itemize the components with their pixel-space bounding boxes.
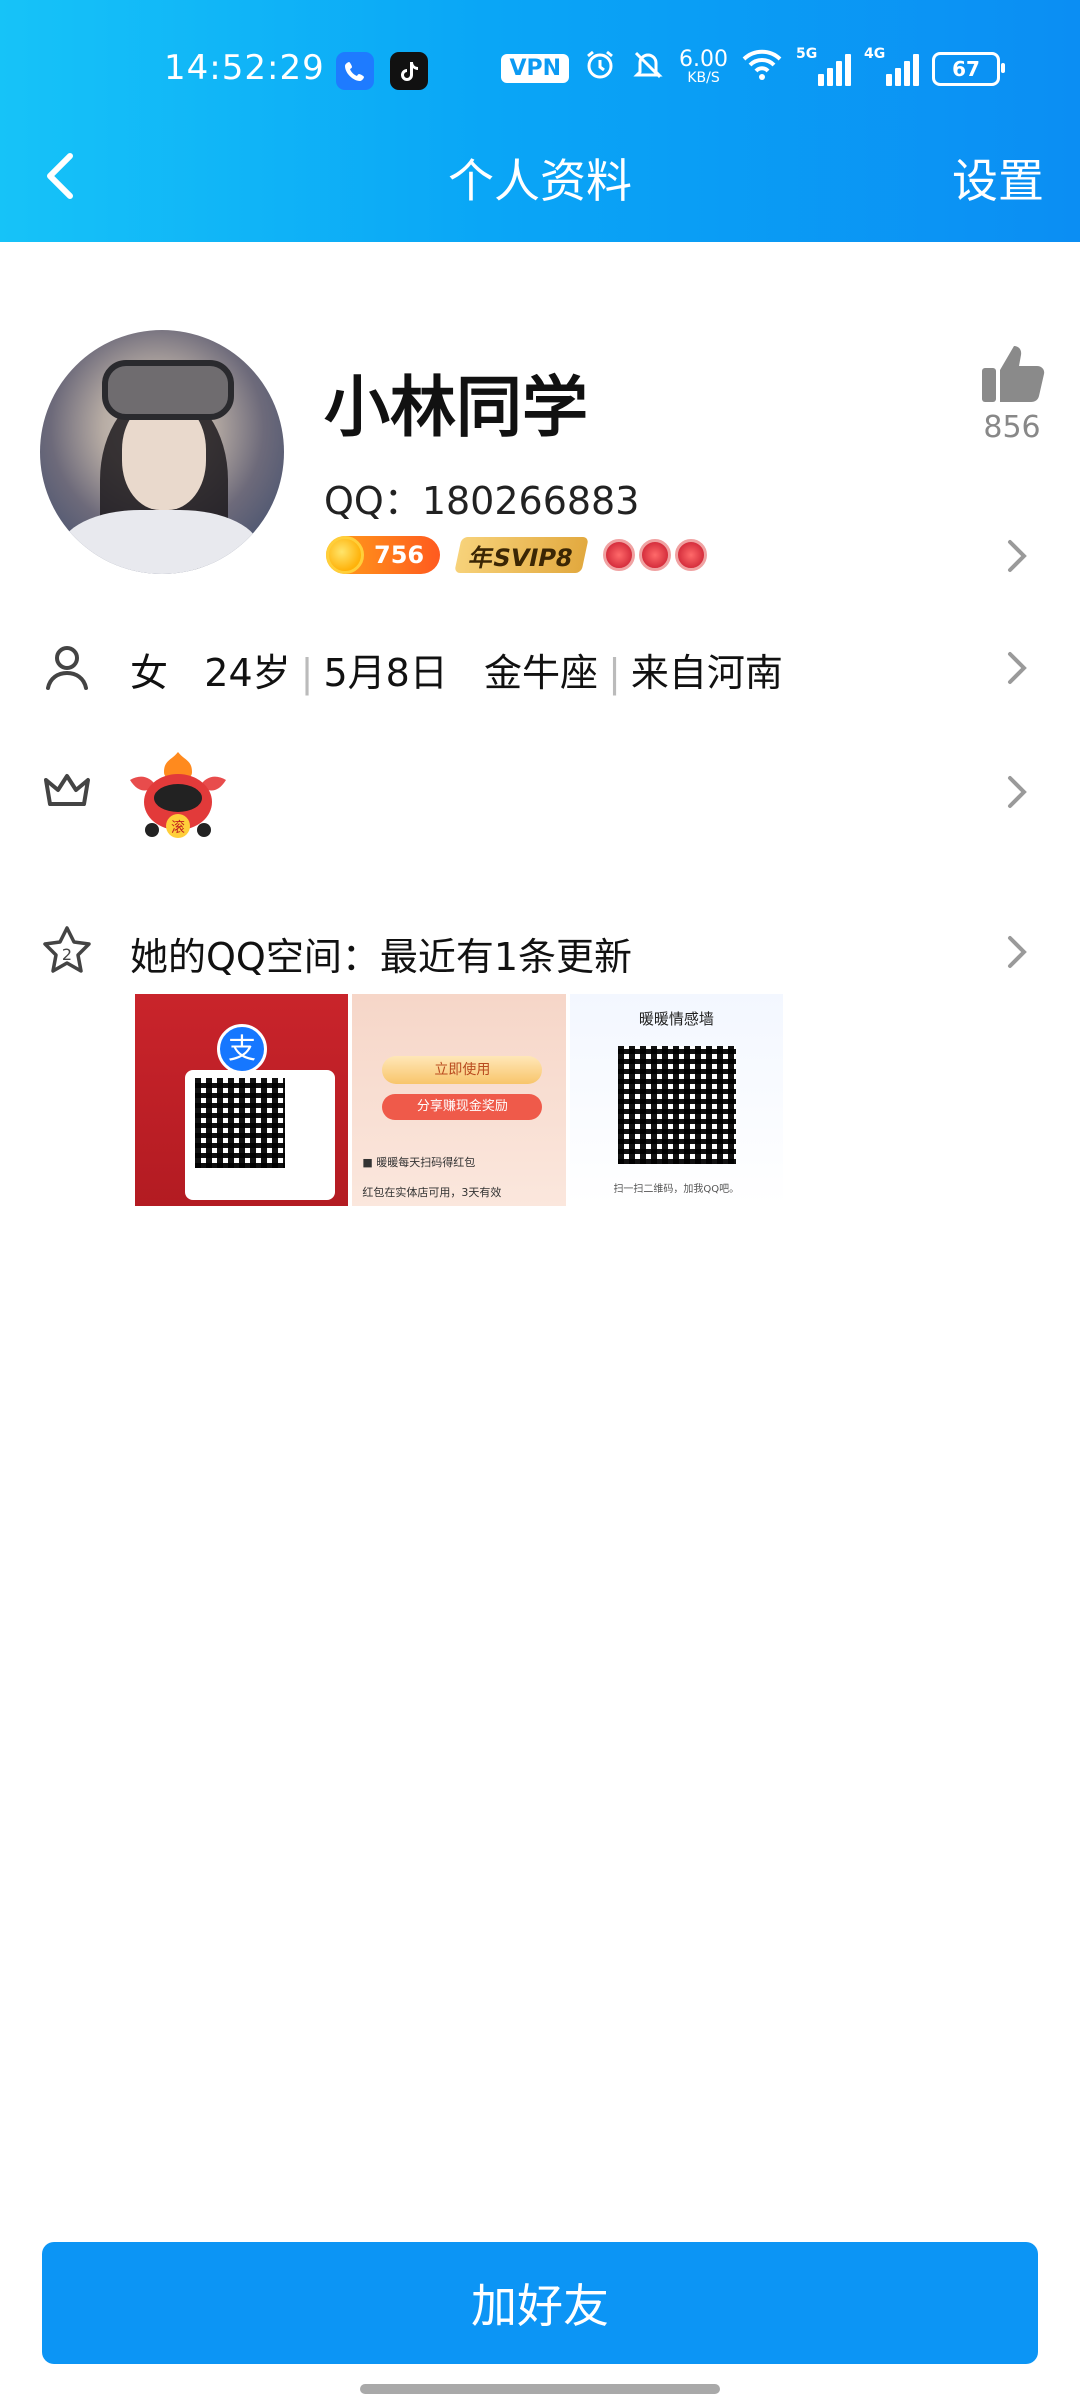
crown-icon: [639, 539, 672, 571]
qzone-photo[interactable]: 立即使用 分享赚现金奖励 ■ 暖暖每天扫码得红包 红包在实体店可用，3天有效: [352, 994, 566, 1206]
svg-text:2: 2: [62, 945, 72, 964]
qzone-star-icon: 2: [43, 926, 91, 973]
birthday: 5月8日: [323, 651, 448, 695]
separator: |: [300, 651, 314, 695]
page-title: 个人资料: [448, 154, 632, 208]
nickname: 小林同学: [324, 369, 588, 446]
phone-app-icon: [336, 52, 374, 90]
add-friend-button[interactable]: 加好友: [42, 2242, 1038, 2364]
gender: 女: [130, 651, 169, 695]
status-bar: 14:52:29 VPN 6.00 KB/S 5G 4G 67: [0, 0, 1080, 140]
thumbs-up-icon[interactable]: [980, 340, 1046, 406]
signal-4g-icon: 4G: [864, 46, 919, 86]
signal-5g-icon: 5G: [796, 46, 851, 86]
qr-code-image: [195, 1078, 285, 1168]
wifi-icon: [742, 49, 782, 88]
alarm-icon: [583, 48, 617, 89]
signal-5g-label: 5G: [796, 45, 818, 62]
mute-bell-icon: [631, 48, 665, 89]
status-icons: VPN 6.00 KB/S 5G 4G 67: [501, 46, 1005, 89]
vpn-badge: VPN: [501, 54, 570, 83]
photo-caption-text: 扫一扫二维码，加我QQ吧。: [613, 1184, 740, 1195]
signal-4g-label: 4G: [864, 45, 886, 62]
separator: |: [608, 651, 621, 695]
qzone-photo[interactable]: 暖暖情感墙 扫一扫二维码，加我QQ吧。: [569, 994, 783, 1206]
photo-text-line: ■ 暖暖每天扫码得红包: [362, 1156, 476, 1169]
crown-outline-icon: [44, 774, 90, 806]
photo-title-text: 暖暖情感墙: [638, 1010, 714, 1028]
basic-info-row[interactable]: 女 24岁 | 5月8日 金牛座 | 来自河南: [130, 642, 783, 697]
chevron-right-icon[interactable]: [1006, 538, 1028, 574]
mascot-badge-label: 滚: [171, 819, 185, 836]
home-indicator[interactable]: [360, 2384, 720, 2394]
like-count: 856: [983, 410, 1041, 445]
crown-badges[interactable]: [603, 539, 708, 571]
top-header: 14:52:29 VPN 6.00 KB/S 5G 4G 67 个人资料 设置: [0, 0, 1080, 242]
chevron-right-icon[interactable]: [1006, 650, 1028, 686]
qq-number: QQ：180266883: [324, 479, 640, 523]
qzone-update-link[interactable]: 她的QQ空间：最近有1条更新: [130, 926, 632, 981]
battery-level: 67: [952, 56, 980, 81]
photo-text-line: 红包在实体店可用，3天有效: [362, 1186, 502, 1199]
svip-badge[interactable]: 年SVIP8: [454, 537, 590, 573]
qzone-photo[interactable]: 支: [135, 994, 349, 1206]
tiktok-app-icon: [390, 52, 428, 90]
settings-button[interactable]: 设置: [952, 145, 1044, 211]
photo-share-text: 分享赚现金奖励: [382, 1094, 543, 1120]
speed-unit: KB/S: [687, 69, 720, 86]
zodiac: 金牛座: [484, 651, 599, 695]
hometown: 来自河南: [630, 651, 783, 695]
qr-code-image: [617, 1046, 736, 1164]
coin-icon: [326, 536, 364, 574]
crown-icon: [675, 539, 708, 571]
coin-level: 756: [374, 541, 425, 569]
chevron-right-icon[interactable]: [1006, 774, 1028, 810]
qzone-photo-strip[interactable]: 支 立即使用 分享赚现金奖励 ■ 暖暖每天扫码得红包 红包在实体店可用，3天有效…: [135, 994, 783, 1206]
battery-icon: 67: [932, 51, 1005, 86]
person-icon: [46, 646, 88, 690]
avatar[interactable]: [40, 330, 284, 574]
network-speed: 6.00 KB/S: [679, 46, 728, 87]
chevron-right-icon[interactable]: [1006, 934, 1028, 970]
level-coin-badge[interactable]: 756: [326, 536, 441, 574]
status-time: 14:52:29: [164, 48, 325, 88]
photo-use-now-text: 立即使用: [382, 1056, 543, 1084]
badge-row[interactable]: 756 年SVIP8: [326, 536, 708, 574]
speed-value: 6.00: [679, 46, 728, 72]
age: 24岁: [204, 651, 291, 695]
crown-icon: [603, 539, 636, 571]
alipay-icon: 支: [217, 1024, 267, 1074]
mascot-badge-icon[interactable]: 滚: [128, 750, 228, 840]
